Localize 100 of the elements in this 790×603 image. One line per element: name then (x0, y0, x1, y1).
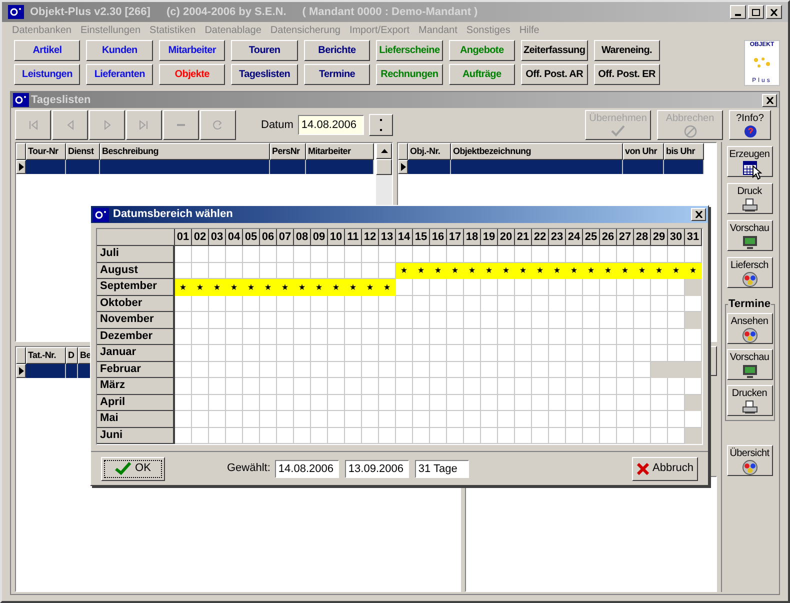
day-cell[interactable] (379, 296, 396, 312)
day-cell[interactable] (447, 345, 464, 362)
day-cell[interactable] (175, 246, 192, 262)
day-cell[interactable] (277, 296, 294, 312)
day-cell[interactable] (617, 296, 634, 312)
day-cell[interactable] (651, 345, 668, 362)
day-cell[interactable] (532, 345, 549, 362)
day-cell[interactable] (430, 312, 447, 328)
day-cell[interactable] (549, 411, 566, 428)
day-cell[interactable] (498, 428, 515, 444)
column-header[interactable]: Tour-Nr (26, 143, 66, 160)
day-cell[interactable] (549, 279, 566, 296)
day-cell[interactable] (175, 394, 192, 411)
action-button[interactable]: ?Info? (729, 110, 771, 140)
day-cell[interactable] (226, 246, 243, 262)
day-cell[interactable] (396, 362, 413, 378)
cancel-button[interactable]: Abbruch (632, 456, 698, 480)
day-cell[interactable] (464, 394, 481, 411)
day-cell[interactable] (566, 428, 583, 444)
day-cell[interactable] (515, 328, 532, 345)
day-cell[interactable] (192, 262, 209, 279)
day-cell[interactable] (430, 296, 447, 312)
day-cell[interactable] (396, 411, 413, 428)
day-cell[interactable] (549, 378, 566, 394)
column-header[interactable]: Objektbezeichnung (451, 143, 623, 160)
day-cell[interactable] (498, 362, 515, 378)
column-header[interactable]: Obj.-Nr. (408, 143, 451, 160)
column-header[interactable]: bis Uhr (664, 143, 704, 160)
day-cell[interactable] (209, 378, 226, 394)
day-cell[interactable] (413, 279, 430, 296)
day-cell[interactable] (260, 362, 277, 378)
day-cell[interactable] (396, 328, 413, 345)
day-cell[interactable] (532, 296, 549, 312)
day-cell[interactable] (379, 328, 396, 345)
day-cell[interactable] (362, 328, 379, 345)
day-cell[interactable] (447, 328, 464, 345)
day-cell[interactable] (209, 328, 226, 345)
day-cell[interactable] (311, 296, 328, 312)
column-header[interactable]: Beschreibung (100, 143, 270, 160)
day-cell[interactable] (345, 428, 362, 444)
ok-button[interactable]: OK (101, 456, 165, 480)
day-cell[interactable] (515, 312, 532, 328)
scroll-thumb[interactable] (376, 159, 392, 175)
toolbar-button[interactable]: Off. Post. ER (594, 64, 660, 85)
day-cell[interactable] (685, 246, 702, 262)
day-cell[interactable] (634, 279, 651, 296)
day-cell[interactable] (651, 411, 668, 428)
day-cell[interactable] (226, 328, 243, 345)
day-cell[interactable] (566, 279, 583, 296)
day-cell[interactable] (515, 362, 532, 378)
day-cell[interactable] (396, 279, 413, 296)
to-date-field[interactable]: 13.09.2006 (345, 460, 410, 478)
day-cell[interactable] (243, 394, 260, 411)
day-cell[interactable] (379, 411, 396, 428)
day-cell[interactable] (192, 345, 209, 362)
day-cell[interactable] (396, 378, 413, 394)
day-cell[interactable] (668, 312, 685, 328)
day-cell[interactable] (175, 345, 192, 362)
day-cell[interactable] (430, 345, 447, 362)
day-cell[interactable] (328, 296, 345, 312)
day-cell[interactable] (685, 362, 702, 378)
day-cell[interactable] (260, 378, 277, 394)
day-cell[interactable] (243, 296, 260, 312)
day-cell[interactable] (175, 428, 192, 444)
day-cell[interactable] (600, 362, 617, 378)
day-cell[interactable] (685, 394, 702, 411)
from-date-field[interactable]: 14.08.2006 (275, 460, 340, 478)
row-selector[interactable] (398, 160, 408, 174)
day-cell[interactable] (685, 411, 702, 428)
day-cell[interactable] (294, 296, 311, 312)
day-cell[interactable] (260, 428, 277, 444)
day-cell[interactable] (345, 312, 362, 328)
day-cell[interactable] (651, 246, 668, 262)
day-cell[interactable] (226, 312, 243, 328)
day-cell[interactable] (294, 328, 311, 345)
column-header[interactable]: von Uhr (623, 143, 664, 160)
day-cell[interactable] (294, 362, 311, 378)
day-cell[interactable] (362, 262, 379, 279)
sidebar-button[interactable]: Ansehen (726, 313, 772, 344)
day-cell[interactable] (345, 345, 362, 362)
day-cell[interactable] (345, 362, 362, 378)
day-cell[interactable] (243, 362, 260, 378)
day-cell[interactable] (634, 378, 651, 394)
day-cell[interactable] (294, 246, 311, 262)
day-cell[interactable] (515, 246, 532, 262)
day-cell[interactable] (277, 345, 294, 362)
column-header[interactable]: D (66, 347, 78, 364)
day-cell[interactable] (651, 296, 668, 312)
day-cell[interactable] (294, 345, 311, 362)
day-cell[interactable] (515, 296, 532, 312)
day-cell[interactable] (481, 296, 498, 312)
day-cell[interactable] (685, 345, 702, 362)
day-cell[interactable] (549, 328, 566, 345)
day-cell[interactable] (668, 296, 685, 312)
sidebar-button[interactable]: Übersicht (726, 445, 772, 476)
day-cell[interactable] (549, 345, 566, 362)
day-cell[interactable] (532, 312, 549, 328)
day-cell[interactable] (362, 378, 379, 394)
day-cell[interactable] (226, 262, 243, 279)
day-cell[interactable] (277, 328, 294, 345)
